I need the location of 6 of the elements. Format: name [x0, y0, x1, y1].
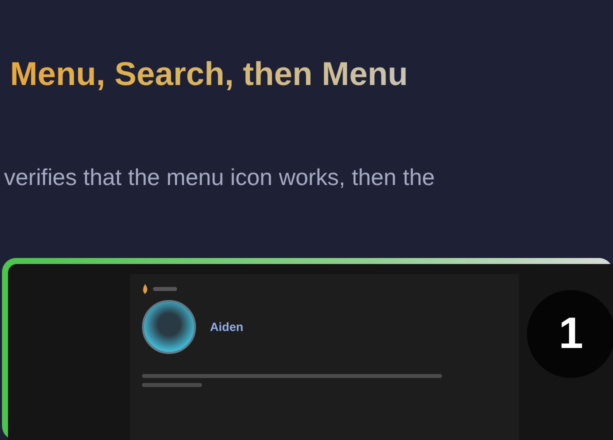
avatar-circle: [142, 300, 196, 354]
description-text: verifies that the menu icon works, then the: [4, 163, 435, 192]
flame-icon: [142, 284, 148, 294]
step-badge: 1: [527, 290, 613, 378]
blurred-label-drawing: [153, 287, 177, 291]
user-name: Aiden: [210, 320, 244, 334]
